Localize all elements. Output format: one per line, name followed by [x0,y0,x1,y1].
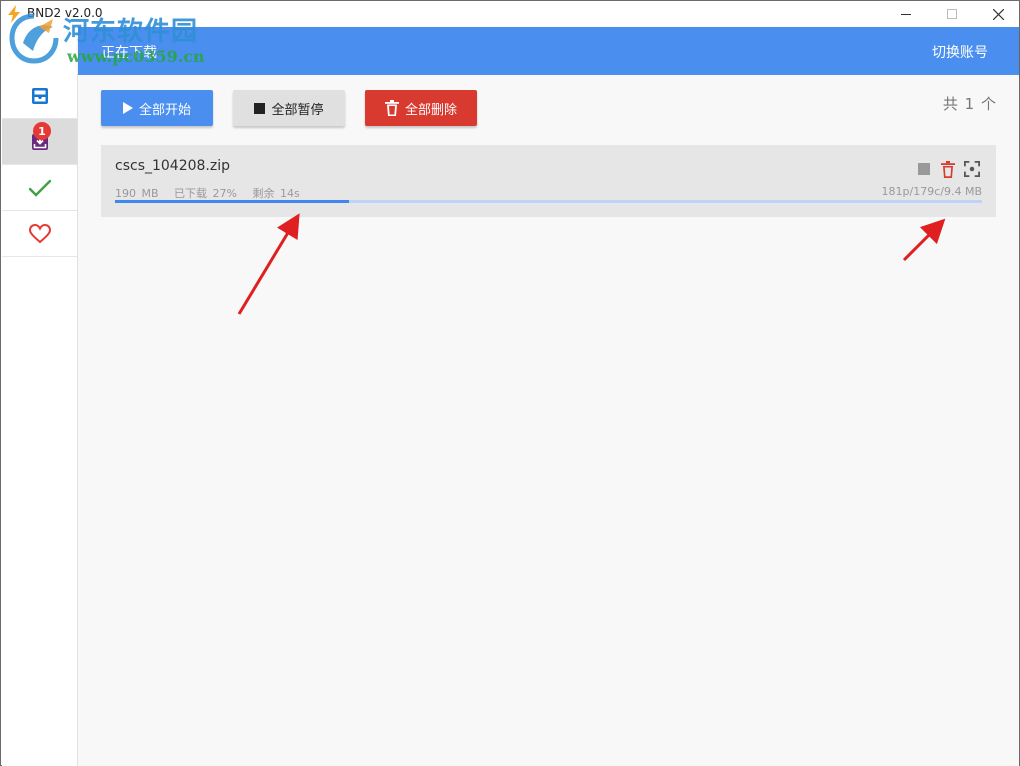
task-stop-button[interactable] [916,160,932,178]
inbox-icon [31,87,48,104]
main-content: 全部开始 全部暂停 全部删除 共 1 个 cscs_104208.zip 190… [78,75,1019,766]
focus-icon [964,161,980,177]
trash-icon [384,100,399,116]
delete-all-button[interactable]: 全部删除 [365,90,477,126]
maximize-button[interactable] [929,1,975,27]
switch-account-link[interactable]: 切换账号 [932,42,988,62]
task-progress-bar [115,200,982,203]
sidebar: 1 [2,73,78,766]
close-button[interactable] [975,1,1020,27]
delete-all-label: 全部删除 [404,102,457,118]
sidebar-item-all[interactable] [2,73,77,119]
stop-icon [918,163,930,175]
watermark-logo [9,13,59,64]
task-downloaded: 已下载 27% [174,187,237,200]
close-icon [992,8,1004,20]
minimize-icon [901,14,911,15]
pause-all-button[interactable]: 全部暂停 [233,90,345,126]
heart-icon [28,223,51,243]
stop-icon [254,102,266,114]
app-window: BND2 v2.0.0 正在下载 切换账号 1 全部开始 全部暂停 全部删除 共… [0,0,1020,766]
task-progress-fill [115,200,350,203]
sidebar-item-favorites[interactable] [2,211,77,257]
task-actions [916,160,980,178]
sidebar-item-completed[interactable] [2,165,77,211]
pause-all-label: 全部暂停 [271,102,324,118]
task-size: 190 MB [115,187,159,200]
maximize-icon [947,9,957,19]
start-all-label: 全部开始 [138,102,191,118]
page-header: 正在下载 切换账号 [78,27,1019,75]
task-delete-button[interactable] [940,160,956,178]
sidebar-item-downloading[interactable]: 1 [2,119,77,165]
task-locate-button[interactable] [964,160,980,178]
task-remaining: 剩余 14s [252,187,300,200]
download-task[interactable]: cscs_104208.zip 190 MB 已下载 27% 剩余 14s 18… [101,145,996,217]
task-stats: 181p/179c/9.4 MB [881,185,982,198]
check-icon [28,179,51,197]
task-filename: cscs_104208.zip [115,158,231,174]
watermark-url: www.pc0359.cn [67,47,205,66]
start-all-button[interactable]: 全部开始 [101,90,213,126]
download-count-badge: 1 [33,122,51,140]
task-meta: 190 MB 已下载 27% 剩余 14s [115,185,310,201]
minimize-button[interactable] [883,1,929,27]
watermark-text: 河东软件园 [63,17,199,47]
play-icon [122,102,133,114]
total-count: 共 1 个 [942,95,997,113]
trash-icon [941,160,955,178]
